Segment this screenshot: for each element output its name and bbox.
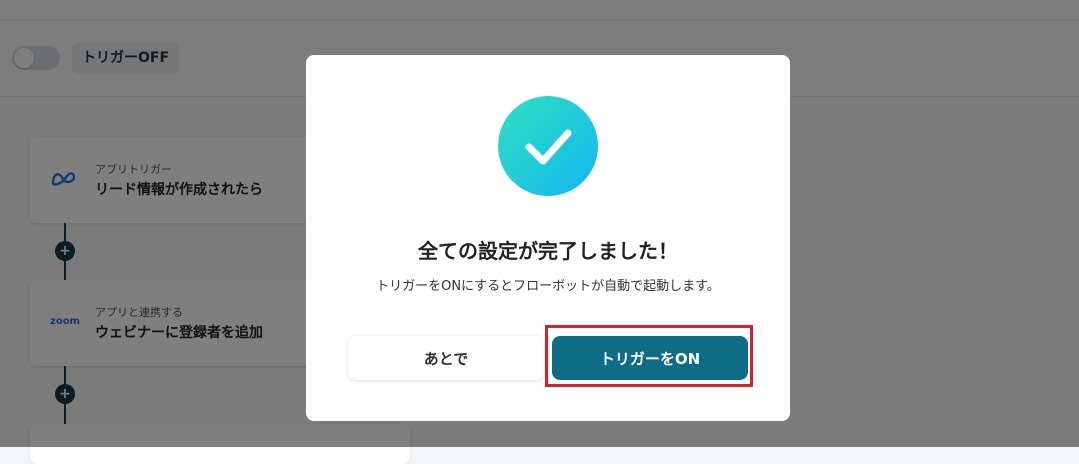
dialog-description: トリガーをONにするとフローボットが自動で起動します。 [376, 279, 720, 294]
trigger-on-button[interactable]: トリガーをON [552, 336, 748, 380]
completion-dialog: 全ての設定が完了しました！ トリガーをONにするとフローボットが自動で起動します… [306, 55, 790, 421]
dialog-title: 全ての設定が完了しました！ [418, 239, 678, 263]
check-circle-icon [498, 96, 598, 196]
later-button[interactable]: あとで [348, 336, 544, 380]
